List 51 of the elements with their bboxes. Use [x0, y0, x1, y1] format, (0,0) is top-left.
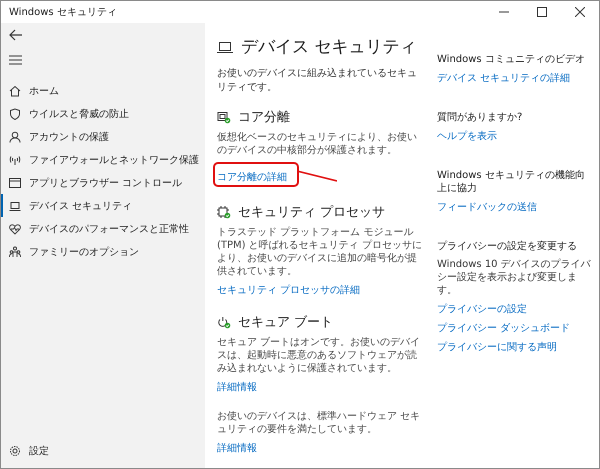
antenna-icon: [9, 154, 21, 166]
panel-heading: Windows コミュニティのビデオ: [437, 53, 585, 66]
person-icon: [9, 130, 21, 142]
page-subtitle: お使いのデバイスに組み込まれているセキュリティです。: [217, 66, 418, 94]
panel-heading: 質問がありますか?: [437, 111, 522, 124]
details-link[interactable]: 詳細情報: [217, 380, 257, 394]
chip-check-icon: [217, 110, 231, 124]
sidebar-item[interactable]: ホーム: [1, 79, 205, 102]
sidebar-item[interactable]: ウイルスと脅威の防止: [1, 102, 205, 125]
laptop-icon: [217, 40, 233, 54]
sidebar-item[interactable]: ファイアウォールとネットワーク保護: [1, 148, 205, 171]
section-description: 仮想化ベースのセキュリティにより、お使いのデバイスの中核部分が保護されます。: [217, 131, 418, 157]
sidebar-item[interactable]: アプリとブラウザー コントロール: [1, 171, 205, 194]
panel-link[interactable]: プライバシーの設定: [437, 302, 527, 316]
panel-text: Windows 10 デバイスのプライバシー設定を表示および変更します。: [437, 258, 592, 297]
laptop-icon: [9, 200, 21, 212]
home-icon: [9, 84, 21, 96]
window-icon: [9, 176, 21, 188]
maximize-icon[interactable]: [537, 7, 547, 17]
details-link[interactable]: セキュリティ プロセッサの詳細: [217, 283, 360, 297]
panel-link[interactable]: ヘルプを表示: [437, 129, 497, 143]
sidebar-item[interactable]: アカウントの保護: [1, 125, 205, 148]
shield-icon: [9, 108, 21, 120]
heart-icon: [9, 222, 21, 234]
section-description: セキュア ブートはオンです。お使いのデバイスは、起動時に悪意のあるソフトウェアが読み込まれないように保護されています。: [217, 336, 422, 375]
settings-icon: [9, 444, 21, 456]
sidebar-item[interactable]: デバイスのパフォーマンスと正常性: [1, 217, 205, 240]
sidebar-item[interactable]: デバイス セキュリティ: [1, 194, 205, 217]
section-description: お使いのデバイスは、標準ハードウェア セキュリティの要件を満たしています。: [217, 410, 422, 436]
window-title: Windows セキュリティ: [9, 6, 117, 19]
panel-link[interactable]: プライバシー ダッシュボード: [437, 321, 570, 335]
panel-link[interactable]: デバイス セキュリティの詳細: [437, 71, 570, 85]
section-title: セキュリティ プロセッサ: [238, 204, 386, 221]
panel-link[interactable]: フィードバックの送信: [437, 200, 537, 214]
processor-check-icon: [217, 206, 231, 218]
menu-icon[interactable]: [9, 55, 22, 65]
details-link[interactable]: 詳細情報: [217, 441, 257, 455]
panel-link[interactable]: プライバシーに関する声明: [437, 340, 557, 354]
panel-heading: プライバシーの設定を変更する: [437, 240, 577, 253]
power-check-icon: [217, 316, 231, 328]
section-description: トラステッド プラットフォーム モジュール (TPM) と呼ばれるセキュリティ プロセッサにより、お使いのデバイスに追加の暗号化が提供されています。: [217, 226, 423, 278]
close-icon[interactable]: [575, 7, 585, 17]
people-icon: [9, 246, 21, 258]
page-title: デバイス セキュリティ: [241, 36, 416, 58]
sidebar-item[interactable]: ファミリーのオプション: [1, 240, 205, 263]
back-arrow-icon[interactable]: [9, 29, 23, 41]
panel-heading: Windows セキュリティの機能向上に協力: [437, 169, 586, 195]
section-title: コア分離: [238, 109, 290, 126]
section-title: セキュア ブート: [238, 314, 334, 331]
details-link[interactable]: コア分離の詳細: [217, 172, 287, 183]
settings-item[interactable]: 設定: [1, 439, 205, 462]
